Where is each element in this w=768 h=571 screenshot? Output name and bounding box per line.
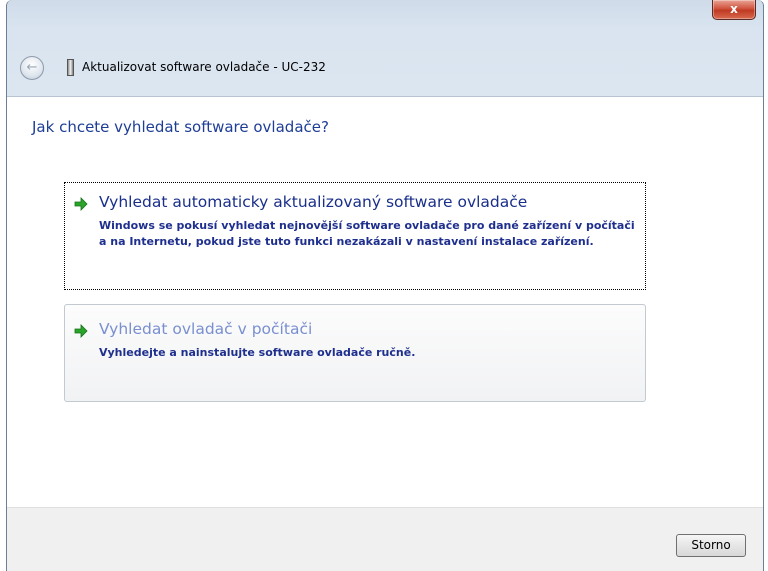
- usb-device-icon: [67, 59, 74, 76]
- option-title: Vyhledat automaticky aktualizovaný softw…: [99, 193, 528, 211]
- close-icon: x: [730, 2, 738, 16]
- green-arrow-icon: [74, 197, 88, 211]
- cancel-button[interactable]: Storno: [676, 534, 746, 557]
- option-title: Vyhledat ovladač v počítači: [99, 320, 313, 338]
- window-title-bar: x ← Aktualizovat software ovladače - UC-…: [7, 0, 763, 96]
- wizard-content: Jak chcete vyhledat software ovladače? V…: [7, 96, 763, 507]
- back-arrow-icon: ←: [26, 60, 38, 75]
- driver-update-window: x ← Aktualizovat software ovladače - UC-…: [6, 0, 764, 571]
- green-arrow-icon: [74, 324, 88, 338]
- wizard-footer: Storno: [7, 507, 763, 571]
- back-button[interactable]: ←: [20, 56, 44, 80]
- close-button[interactable]: x: [712, 0, 756, 20]
- option-search-automatically[interactable]: Vyhledat automaticky aktualizovaný softw…: [64, 182, 646, 290]
- option-description: Windows se pokusí vyhledat nejnovější so…: [99, 219, 635, 248]
- window-title: Aktualizovat software ovladače - UC-232: [82, 60, 326, 74]
- page-heading: Jak chcete vyhledat software ovladače?: [32, 118, 329, 136]
- option-description: Vyhledejte a nainstalujte software ovlad…: [99, 346, 416, 359]
- option-browse-computer[interactable]: Vyhledat ovladač v počítači Vyhledejte a…: [64, 304, 646, 402]
